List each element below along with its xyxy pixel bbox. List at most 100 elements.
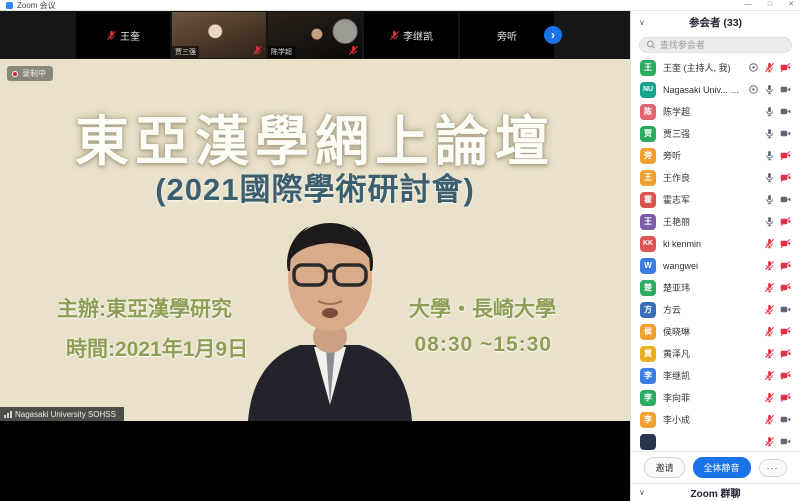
collapse-chat-icon[interactable]: ∨	[639, 488, 645, 497]
mic-status-icon[interactable]	[764, 84, 775, 95]
participant-row[interactable]	[631, 431, 800, 451]
search-input[interactable]	[660, 40, 785, 50]
camera-status-icon[interactable]	[780, 238, 791, 249]
participant-name: 贾三强	[663, 127, 757, 140]
mic-status-icon[interactable]	[764, 150, 775, 161]
participant-row[interactable]: 李 李向菲	[631, 387, 800, 409]
participant-row[interactable]: 楚 楚亚玮	[631, 277, 800, 299]
participant-name: 李小成	[663, 413, 757, 426]
mic-status-icon[interactable]	[764, 282, 775, 293]
filmstrip-tile[interactable]: 旁听	[460, 12, 554, 58]
camera-status-icon[interactable]	[780, 62, 791, 73]
mic-status-icon[interactable]	[764, 304, 775, 315]
participant-row[interactable]: 李 李小成	[631, 409, 800, 431]
participant-name: 旁听	[663, 149, 757, 162]
camera-status-icon[interactable]	[780, 194, 791, 205]
muted-mic-icon	[106, 30, 117, 41]
participant-row[interactable]: 旁 旁听	[631, 145, 800, 167]
camera-status-icon[interactable]	[780, 392, 791, 403]
participant-row[interactable]: 霍 霍志军	[631, 189, 800, 211]
filmstrip-tile[interactable]: 陈学超	[268, 12, 362, 58]
next-participants-button[interactable]: ›	[544, 26, 562, 44]
mic-status-icon[interactable]	[764, 326, 775, 337]
camera-status-icon[interactable]	[780, 414, 791, 425]
avatar: 旁	[640, 148, 656, 164]
avatar: 霍	[640, 192, 656, 208]
mic-status-icon[interactable]	[764, 106, 775, 117]
camera-status-icon[interactable]	[780, 370, 791, 381]
participant-row[interactable]: KK ki kenmin	[631, 233, 800, 255]
active-speaker-video[interactable]: 录制中 東亞漢學網上論壇 (2021國際學術研討會) 主辦:東亞漢學研究 大學・…	[0, 59, 630, 421]
mic-status-icon[interactable]	[764, 172, 775, 183]
filmstrip-tile[interactable]: 贾三强	[172, 12, 266, 58]
camera-status-icon[interactable]	[780, 304, 791, 315]
participant-row[interactable]: 黄 黄泽凡	[631, 343, 800, 365]
participant-name: 王作良	[663, 171, 757, 184]
mic-status-icon[interactable]	[764, 216, 775, 227]
participants-title: 参会者 (33)	[689, 15, 742, 30]
collapse-panel-icon[interactable]: ∨	[639, 18, 645, 27]
participant-row[interactable]: 贾 贾三强	[631, 123, 800, 145]
speaker-name-label: Nagasaki University SOHSS	[0, 407, 124, 421]
participant-name: 陈学超	[663, 105, 757, 118]
mic-status-icon[interactable]	[764, 370, 775, 381]
camera-status-icon[interactable]	[780, 172, 791, 183]
avatar: 贾	[640, 126, 656, 142]
camera-status-icon[interactable]	[780, 282, 791, 293]
mic-status-icon[interactable]	[764, 260, 775, 271]
participants-header: ∨ 参会者 (33)	[631, 11, 800, 35]
camera-status-icon[interactable]	[780, 348, 791, 359]
mic-status-icon[interactable]	[764, 414, 775, 425]
muted-mic-icon	[348, 45, 359, 56]
camera-status-icon[interactable]	[780, 128, 791, 139]
participant-row[interactable]: 王 王艳丽	[631, 211, 800, 233]
participant-row[interactable]: 陈 陈学超	[631, 101, 800, 123]
minimize-icon[interactable]: —	[745, 0, 752, 10]
participant-search[interactable]	[639, 37, 792, 53]
camera-status-icon[interactable]	[780, 260, 791, 271]
camera-status-icon[interactable]	[780, 150, 791, 161]
participant-list[interactable]: 王 王奎 (主持人, 我) NU Nagasaki Univ... (联席主持	[631, 57, 800, 451]
participant-row[interactable]: W wangwei	[631, 255, 800, 277]
maximize-icon[interactable]: □	[768, 0, 772, 10]
mic-status-icon[interactable]	[764, 238, 775, 249]
window-title: Zoom 会议	[17, 0, 56, 11]
tile-participant-name: 王奎	[120, 28, 140, 43]
mute-all-button[interactable]: 全体静音	[693, 457, 751, 478]
muted-mic-icon	[389, 30, 400, 41]
participant-row[interactable]: 王 王奎 (主持人, 我)	[631, 57, 800, 79]
speaker-name-text: Nagasaki University SOHSS	[15, 410, 116, 419]
recording-indicator: 录制中	[7, 66, 53, 81]
participant-row[interactable]: 李 李继凯	[631, 365, 800, 387]
filmstrip-tile[interactable]: 李继凯	[364, 12, 458, 58]
window-titlebar: Zoom 会议 — □ ✕	[0, 0, 800, 11]
speaker-figure	[218, 217, 442, 421]
invite-button[interactable]: 邀请	[644, 457, 684, 478]
participant-row[interactable]: 王 王作良	[631, 167, 800, 189]
mic-status-icon[interactable]	[764, 348, 775, 359]
participant-row[interactable]: NU Nagasaki Univ... (联席主持人)	[631, 79, 800, 101]
tile-participant-name: 旁听	[497, 28, 517, 43]
participants-footer: 邀请 全体静音 ···	[631, 451, 800, 483]
camera-status-icon[interactable]	[780, 84, 791, 95]
participant-filmstrip: 王奎 贾三强	[0, 11, 630, 59]
camera-status-icon[interactable]	[780, 326, 791, 337]
mic-status-icon[interactable]	[764, 392, 775, 403]
mic-status-icon[interactable]	[764, 194, 775, 205]
avatar: 楚	[640, 280, 656, 296]
chat-panel-header: ∨ Zoom 群聊	[631, 483, 800, 501]
camera-status-icon[interactable]	[780, 216, 791, 227]
camera-status-icon[interactable]	[780, 106, 791, 117]
mic-status-icon[interactable]	[764, 436, 775, 447]
camera-status-icon[interactable]	[780, 436, 791, 447]
filmstrip-tile[interactable]: 王奎	[76, 12, 170, 58]
participant-row[interactable]: 侯 侯晓琳	[631, 321, 800, 343]
zoom-meeting-window: Zoom 会议 — □ ✕ 王奎	[0, 0, 800, 501]
mic-status-icon[interactable]	[764, 62, 775, 73]
recording-indicator-icon	[748, 62, 759, 73]
participant-name: 李向菲	[663, 391, 757, 404]
mic-status-icon[interactable]	[764, 128, 775, 139]
participant-row[interactable]: 方 方云	[631, 299, 800, 321]
more-options-button[interactable]: ···	[759, 459, 787, 477]
close-icon[interactable]: ✕	[788, 0, 794, 10]
